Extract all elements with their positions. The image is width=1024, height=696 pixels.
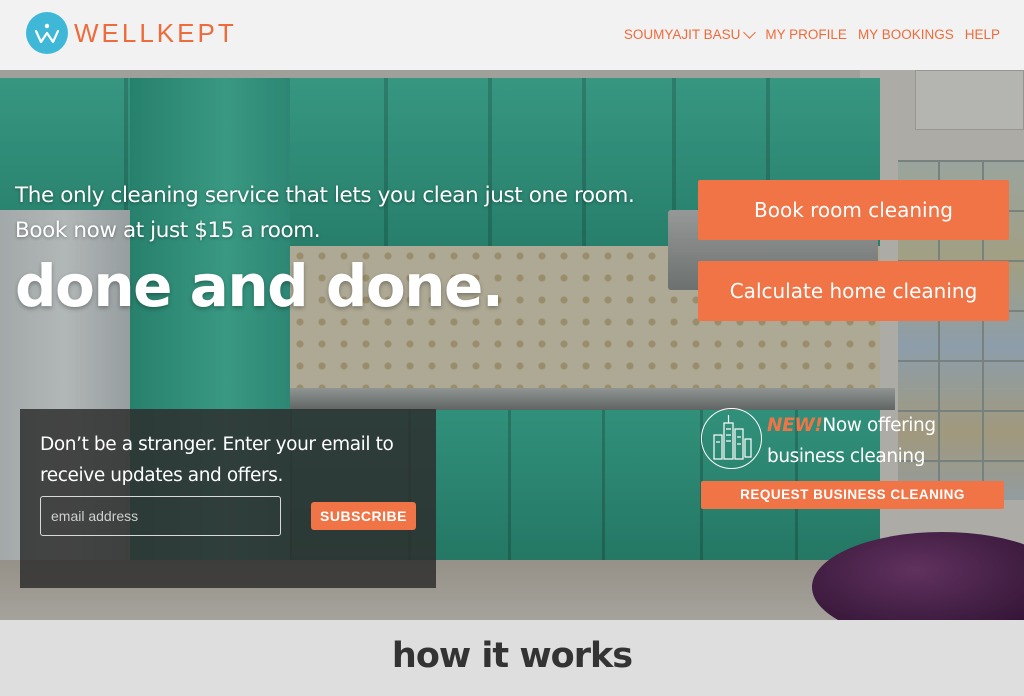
how-it-works-title: how it works (391, 636, 633, 676)
top-nav: SOUMYAJIT BASU MY PROFILE MY BOOKINGS HE… (623, 26, 1000, 42)
site-header: WELLKEPT SOUMYAJIT BASU MY PROFILE MY BO… (0, 0, 1024, 70)
nav-my-profile[interactable]: MY PROFILE (765, 27, 847, 42)
logo-text: WELLKEPT (74, 17, 237, 48)
new-badge: NEW! (767, 415, 823, 436)
hero-headline: done and done. (15, 252, 504, 320)
wellkept-logo-icon (26, 12, 68, 54)
business-offer-text: NEW!Now offering business cleaning (767, 410, 936, 472)
logo[interactable]: WELLKEPT (26, 12, 237, 54)
business-line-1: Now offering (822, 415, 936, 436)
user-name: SOUMYAJIT BASU (623, 27, 741, 42)
subscribe-text: Don’t be a stranger. Enter your email to… (40, 434, 394, 486)
business-line-2: business cleaning (767, 446, 926, 467)
request-business-cleaning-button[interactable]: REQUEST BUSINESS CLEANING (701, 481, 1004, 509)
nav-help[interactable]: HELP (965, 27, 1000, 42)
subscribe-box: Don’t be a stranger. Enter your email to… (20, 409, 436, 588)
tagline-line-1: The only cleaning service that lets you … (15, 183, 635, 208)
city-skyline-icon (701, 408, 762, 469)
tagline-line-2: Book now at just $15 a room. (15, 218, 321, 243)
subscribe-button[interactable]: SUBSCRIBE (311, 502, 416, 530)
hero-tagline: The only cleaning service that lets you … (15, 178, 635, 248)
how-it-works-section: how it works (0, 620, 1024, 696)
chevron-down-icon (743, 26, 757, 39)
email-input[interactable] (40, 496, 281, 536)
hero-section: The only cleaning service that lets you … (0, 70, 1024, 620)
book-room-cleaning-button[interactable]: Book room cleaning (698, 180, 1009, 240)
nav-my-bookings[interactable]: MY BOOKINGS (858, 27, 954, 42)
user-menu[interactable]: SOUMYAJIT BASU (623, 26, 757, 42)
calculate-home-cleaning-button[interactable]: Calculate home cleaning (698, 261, 1009, 321)
